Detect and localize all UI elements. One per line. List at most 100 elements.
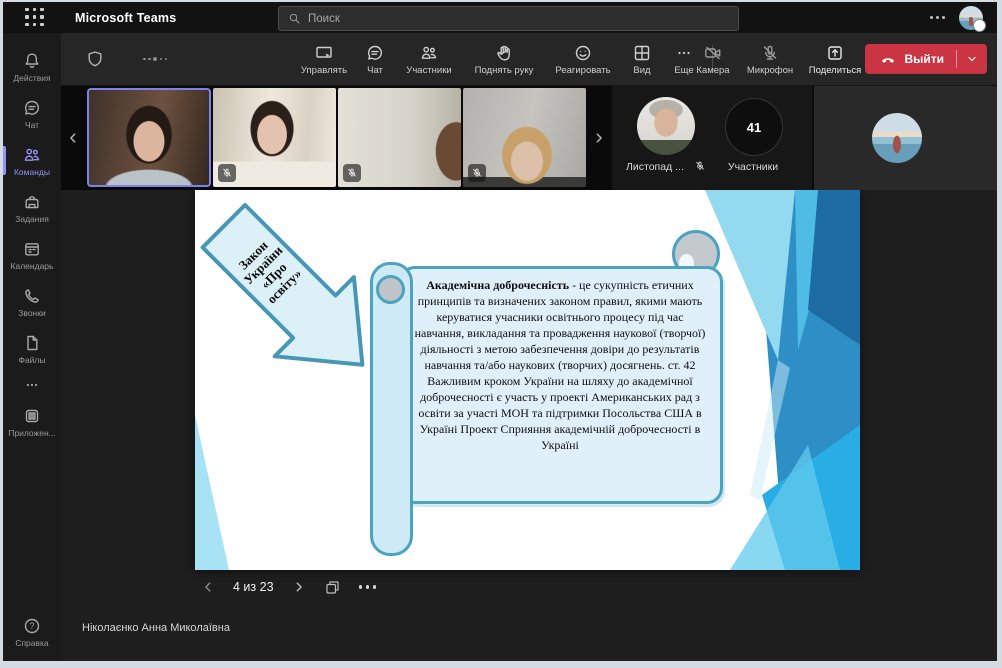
meeting-chat-button[interactable]: Чат (355, 43, 395, 76)
backpack-icon (25, 195, 39, 208)
meeting-toolbar: Управлять Чат Участники Поднять руку Реа… (61, 33, 997, 86)
video-tile[interactable] (213, 88, 336, 187)
phone-icon (25, 288, 39, 303)
drag-handle-icon[interactable] (143, 57, 167, 61)
sidebar-item-chat[interactable]: Чат (3, 90, 61, 137)
sidebar-item-label: Календарь (10, 260, 54, 271)
app-launcher-waffle-icon[interactable] (23, 6, 47, 30)
sidebar-item-label: Команды (13, 166, 50, 177)
teams-window: Microsoft Teams Поиск Действия Чат Коман… (0, 0, 1002, 668)
sidebar-item-label: Чат (24, 119, 40, 130)
view-grid-icon (634, 45, 650, 60)
slide-nav: 4 из 23 (201, 570, 377, 604)
presentation-slide[interactable]: Закон України «Про освіту» Академічна до… (195, 190, 860, 570)
view-button[interactable]: Вид (621, 43, 663, 76)
next-slide-button[interactable] (292, 580, 306, 594)
sidebar-item-files[interactable]: Файлы (3, 325, 61, 372)
participants-count-label: Участники (727, 161, 779, 173)
mic-muted-badge (218, 164, 236, 182)
sidebar-item-label: Справка (15, 637, 49, 648)
participants-button[interactable]: Участники (395, 43, 463, 76)
bell-icon (25, 53, 39, 68)
video-strip: Листопад ... 41 Участники (61, 86, 997, 190)
mic-off-icon (696, 161, 704, 171)
manage-button[interactable]: Управлять (293, 43, 355, 76)
presentation-stage: Закон України «Про освіту» Академічна до… (61, 190, 997, 661)
definition-paragraph-2: Важливим кроком України на шляху до акад… (418, 373, 702, 452)
video-tile[interactable] (338, 88, 461, 187)
sidebar-item-help[interactable]: ? Справка (3, 608, 61, 655)
calendar-icon (25, 242, 39, 256)
share-tray-icon (828, 45, 842, 60)
raise-hand-icon (497, 45, 510, 60)
sidebar-item-label: Действия (13, 72, 51, 83)
scroll-text: Академічна доброчесність - це сукупність… (411, 278, 709, 453)
search-placeholder: Поиск (308, 12, 340, 25)
strip-scroll-right-button[interactable] (589, 126, 609, 150)
sidebar-item-label: Задания (15, 213, 49, 224)
screen-manage-icon (316, 46, 332, 58)
hangup-icon (882, 58, 895, 63)
user-avatar[interactable] (959, 5, 986, 32)
file-icon (27, 335, 38, 350)
sidebar-item-calls[interactable]: Звонки (3, 278, 61, 325)
chat-bubble-icon (24, 100, 40, 115)
video-tile-speaker[interactable] (87, 88, 211, 187)
mic-off-icon (348, 168, 356, 178)
sidebar-more-icon[interactable] (3, 372, 61, 398)
leave-options-chevron[interactable] (957, 53, 987, 65)
mic-off-icon (223, 168, 231, 178)
share-button[interactable]: Поделиться (801, 43, 869, 76)
self-avatar[interactable] (872, 113, 922, 163)
sidebar: Действия Чат Команды Задания Календарь З… (3, 33, 61, 661)
self-view-panel (814, 86, 997, 190)
mic-off-icon (473, 168, 481, 178)
sidebar-item-apps[interactable]: Приложен... (3, 398, 61, 445)
camera-off-icon (705, 46, 721, 59)
overflow-participants-panel: Листопад ... 41 Участники (612, 86, 812, 190)
leave-button[interactable]: Выйти (865, 44, 987, 74)
teams-people-icon (24, 148, 40, 161)
mic-muted-badge (468, 164, 486, 182)
microphone-button[interactable]: Микрофон (739, 43, 801, 76)
participants-icon (421, 46, 437, 59)
sidebar-item-assignments[interactable]: Задания (3, 184, 61, 231)
raise-hand-button[interactable]: Поднять руку (463, 43, 545, 76)
video-tile[interactable] (463, 88, 586, 187)
scroll-roll (370, 262, 413, 556)
search-icon (289, 13, 300, 24)
camera-button[interactable]: Камера (687, 43, 739, 76)
more-options-icon[interactable] (930, 16, 945, 19)
slide-position: 4 из 23 (233, 580, 274, 594)
search-input[interactable]: Поиск (278, 6, 739, 31)
slide-more-options-icon[interactable] (358, 585, 377, 589)
sidebar-item-label: Файлы (18, 354, 46, 365)
react-button[interactable]: Реагировать (545, 43, 621, 76)
participant-count-circle[interactable]: 41 (725, 98, 783, 156)
chevron-left-icon (70, 133, 76, 143)
previous-slide-button[interactable] (201, 580, 215, 594)
participant-name: Листопад ... (626, 161, 684, 173)
strip-scroll-left-button[interactable] (63, 126, 83, 150)
sidebar-item-label: Приложен... (8, 427, 56, 438)
react-smiley-icon (575, 45, 591, 60)
definition-body: - це сукупність етичних принципів та виз… (414, 278, 706, 372)
sidebar-item-label: Звонки (18, 307, 46, 318)
help-icon: ? (24, 618, 40, 633)
security-shield-icon (88, 51, 102, 67)
presenter-name: Ніколаєнко Анна Миколаївна (82, 622, 230, 634)
sidebar-item-teams[interactable]: Команды (3, 137, 61, 184)
participant-count: 41 (746, 119, 762, 135)
top-bar: Microsoft Teams Поиск (3, 2, 997, 33)
app-title: Microsoft Teams (75, 10, 177, 25)
definition-term: Академічна доброчесність (426, 278, 570, 292)
svg-text:?: ? (29, 621, 34, 631)
participant-avatar[interactable] (637, 97, 695, 155)
sidebar-item-calendar[interactable]: Календарь (3, 231, 61, 278)
scroll-roll-curl (376, 275, 405, 304)
chevron-right-icon (596, 133, 602, 143)
sidebar-item-activity[interactable]: Действия (3, 43, 61, 90)
meeting-chat-icon (367, 45, 383, 60)
chevron-down-icon (968, 56, 976, 62)
pop-out-icon[interactable] (324, 579, 341, 596)
